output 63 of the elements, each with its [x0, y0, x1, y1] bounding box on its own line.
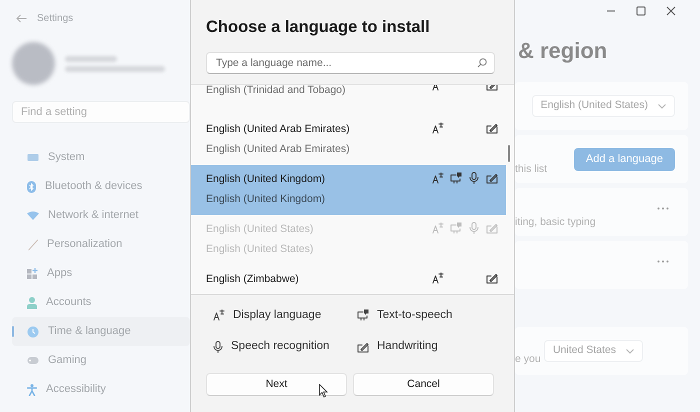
bluetooth-icon: [27, 180, 36, 192]
sidebar-item[interactable]: Gaming: [12, 346, 190, 375]
language-option[interactable]: English (Trinidad and Tobago): [191, 84, 506, 115]
window-title: Settings: [37, 12, 74, 26]
sidebar-item[interactable]: Apps: [12, 259, 190, 288]
wifi-icon: [27, 211, 39, 220]
language-option[interactable]: English (United Kingdom) English (United Kingdom): [191, 164, 506, 215]
page-heading: & region: [518, 40, 608, 62]
next-button[interactable]: Next: [206, 373, 347, 396]
language-name: English (United States): [206, 222, 314, 236]
legend-label: Speech recognition: [231, 339, 330, 354]
language-native-name: English (United Arab Emirates): [206, 142, 350, 156]
region-dropdown[interactable]: United States: [544, 340, 643, 362]
language-name: English (United Arab Emirates): [206, 122, 350, 136]
language-option[interactable]: English (United Arab Emirates) English (United Arab Emirates): [191, 114, 506, 165]
language-name: English (Zimbabwe): [206, 272, 299, 286]
language-native-name: English (United States): [206, 242, 314, 256]
language-option[interactable]: English (Zimbabwe): [191, 264, 506, 294]
maximize-icon[interactable]: [636, 6, 646, 16]
language-native-name: English (Trinidad and Tobago): [206, 84, 346, 97]
language-native-name: English (United Kingdom): [206, 192, 326, 206]
search-icon: [477, 58, 487, 68]
display-language-icon: [213, 309, 225, 322]
avatar-circle: [12, 42, 55, 85]
microphone-icon: [213, 340, 223, 353]
setting-description: e you: [515, 352, 541, 368]
sidebar-item[interactable]: Accounts: [12, 288, 190, 317]
chevron-down-icon: [658, 104, 666, 108]
sidebar-item[interactable]: System: [12, 143, 190, 172]
brush-icon: [27, 238, 38, 250]
blurred-text: [65, 56, 117, 62]
more-options-icon[interactable]: [657, 206, 669, 210]
mouse-pointer-icon: [319, 384, 328, 398]
sidebar-item[interactable]: Bluetooth & devices: [12, 172, 190, 201]
back-arrow-icon[interactable]: [16, 14, 27, 22]
setting-description: iting, basic typing: [515, 215, 596, 230]
sidebar-item[interactable]: Accessibility: [12, 375, 190, 404]
accessibility-icon: [27, 384, 37, 396]
pen-box-icon: [357, 340, 369, 353]
gamepad-icon: [27, 356, 39, 365]
monitor-icon: [27, 152, 39, 162]
sidebar-item[interactable]: Time & language: [12, 317, 190, 346]
add-language-button[interactable]: Add a language: [574, 148, 675, 170]
setting-description: this list: [515, 162, 548, 178]
language-dropdown[interactable]: English (United States): [532, 95, 675, 117]
cancel-button[interactable]: Cancel: [353, 373, 494, 396]
monitor-speech-icon: [357, 309, 369, 322]
chevron-down-icon: [626, 348, 634, 354]
globe-clock-icon: [27, 326, 39, 338]
more-options-icon[interactable]: [657, 260, 669, 262]
dialog-title: Choose a language to install: [206, 17, 431, 38]
person-icon: [27, 296, 37, 308]
legend-label: Text-to-speech: [377, 308, 452, 323]
sidebar-item[interactable]: Network & internet: [12, 201, 190, 230]
language-name: English (United Kingdom): [206, 172, 326, 186]
close-icon[interactable]: [666, 6, 676, 16]
search-field[interactable]: Find a setting: [12, 101, 190, 123]
sidebar-item[interactable]: Personalization: [12, 230, 190, 259]
language-search-field[interactable]: Type a language name...: [206, 52, 495, 74]
scrollbar-thumb[interactable]: [508, 144, 510, 162]
apps-icon: [27, 268, 38, 279]
legend-label: Display language: [233, 308, 322, 323]
legend-label: Handwriting: [377, 339, 438, 354]
